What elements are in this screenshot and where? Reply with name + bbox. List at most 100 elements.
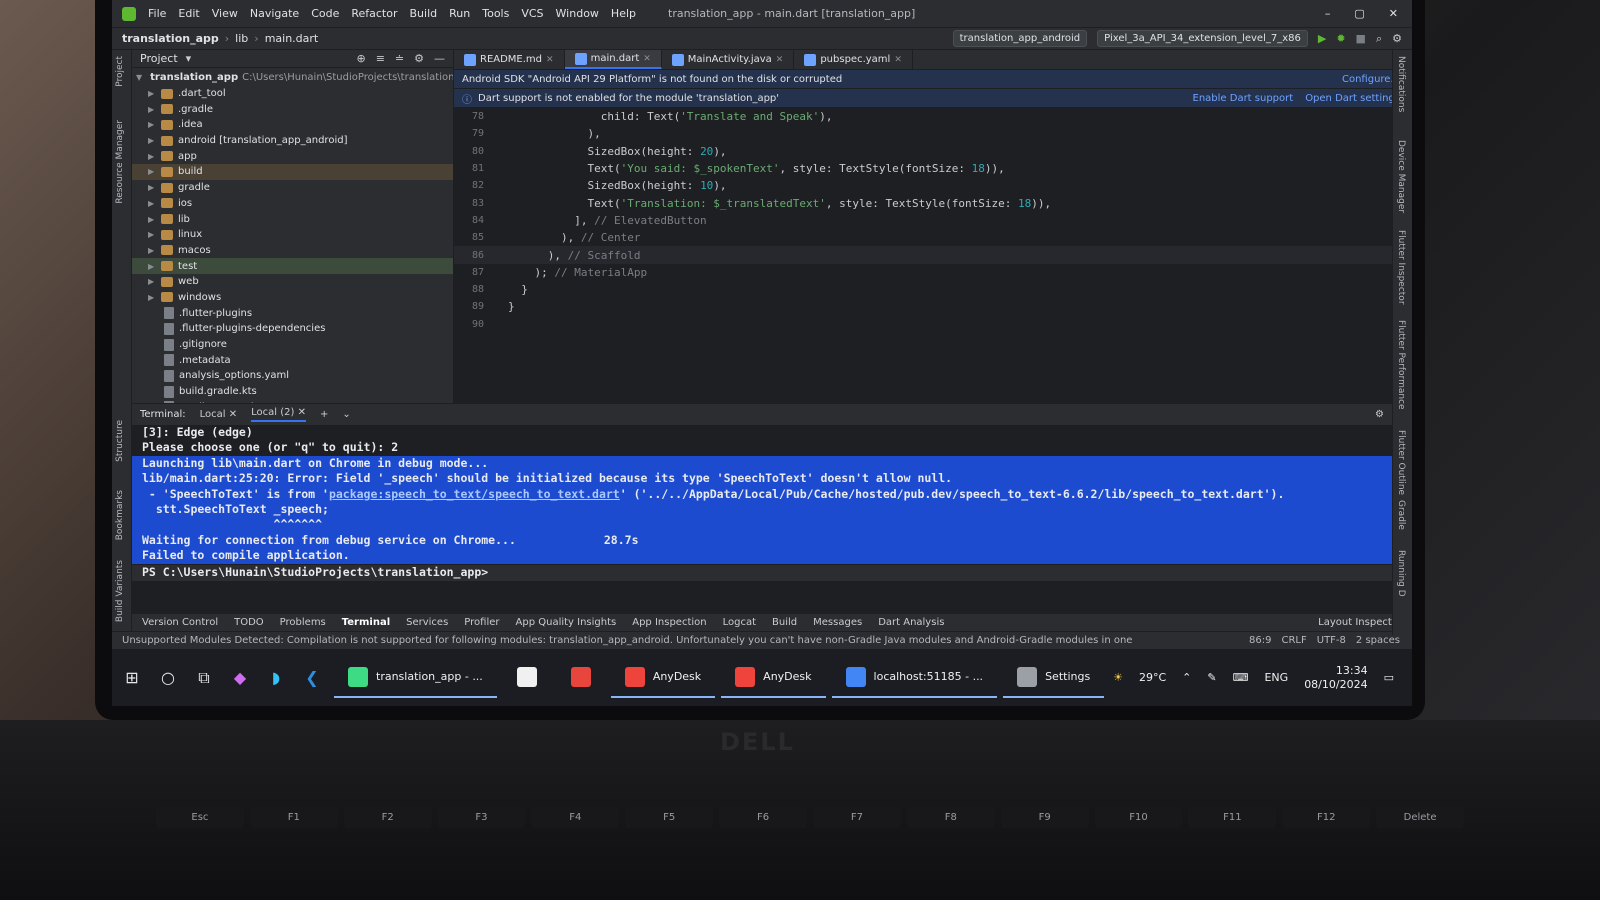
flutter-outline-label[interactable]: Flutter Outline bbox=[1396, 430, 1406, 495]
tree-item[interactable]: ▶ .dart_tool bbox=[132, 86, 453, 102]
minimize-icon[interactable]: – bbox=[1325, 7, 1331, 20]
flutter-performance-label[interactable]: Flutter Performance bbox=[1396, 320, 1406, 410]
indent-setting[interactable]: 2 spaces bbox=[1356, 635, 1400, 646]
tree-item[interactable]: .metadata bbox=[132, 352, 453, 368]
run-icon[interactable]: ▶ bbox=[1318, 32, 1326, 45]
tool-window-button[interactable]: App Quality Insights bbox=[516, 617, 617, 628]
tree-item[interactable]: analysis_options.yaml bbox=[132, 368, 453, 384]
code-line[interactable]: 82 SizedBox(height: 10), bbox=[454, 177, 1412, 194]
search-icon[interactable]: ⌕ bbox=[1376, 32, 1382, 46]
tool-window-button[interactable]: Services bbox=[406, 617, 448, 628]
device-select[interactable]: Pixel_3a_API_34_extension_level_7_x86 bbox=[1097, 30, 1308, 47]
cursor-position[interactable]: 86:9 bbox=[1249, 635, 1271, 646]
chevron-right-icon[interactable]: ▶ bbox=[148, 152, 158, 161]
chevron-right-icon[interactable]: ▶ bbox=[148, 215, 158, 224]
terminal-prompt[interactable]: PS C:\Users\Hunain\StudioProjects\transl… bbox=[132, 563, 1412, 581]
start-icon[interactable]: ⊞ bbox=[118, 664, 146, 692]
tool-window-button[interactable]: Profiler bbox=[464, 617, 499, 628]
code-line[interactable]: 90 bbox=[454, 316, 1412, 333]
close-icon[interactable]: ✕ bbox=[894, 55, 902, 65]
tree-item[interactable]: ▶ linux bbox=[132, 227, 453, 243]
tool-window-button[interactable]: TODO bbox=[234, 617, 264, 628]
terminal-tab-local[interactable]: Local ✕ bbox=[200, 409, 238, 420]
hide-icon[interactable]: — bbox=[434, 52, 445, 65]
tree-item[interactable]: .flutter-plugins bbox=[132, 305, 453, 321]
menu-navigate[interactable]: Navigate bbox=[250, 7, 299, 20]
code-line[interactable]: 81 Text('You said: $_spokenText', style:… bbox=[454, 160, 1412, 177]
breadcrumb-file[interactable]: main.dart bbox=[265, 32, 319, 45]
stop-icon[interactable]: ■ bbox=[1356, 32, 1366, 45]
tree-item[interactable]: ▶ .gradle bbox=[132, 101, 453, 117]
chevron-right-icon[interactable]: ▶ bbox=[148, 199, 158, 208]
device-manager-label[interactable]: Device Manager bbox=[1396, 140, 1406, 213]
chevron-down-icon[interactable]: ▼ bbox=[136, 73, 142, 82]
code-line[interactable]: 78 child: Text('Translate and Speak'), bbox=[454, 108, 1412, 125]
tree-root[interactable]: ▼ translation_app C:\Users\Hunain\Studio… bbox=[132, 70, 453, 86]
menu-run[interactable]: Run bbox=[449, 7, 470, 20]
chevron-right-icon[interactable]: ▶ bbox=[148, 120, 158, 129]
structure-label[interactable]: Structure bbox=[115, 420, 125, 462]
tool-window-button[interactable]: Terminal bbox=[342, 617, 390, 628]
close-icon[interactable]: ✕ bbox=[229, 409, 237, 420]
menu-build[interactable]: Build bbox=[410, 7, 438, 20]
chevron-right-icon[interactable]: ▶ bbox=[148, 89, 158, 98]
bookmarks-label[interactable]: Bookmarks bbox=[115, 490, 125, 540]
code-line[interactable]: 84 ], // ElevatedButton bbox=[454, 212, 1412, 229]
tool-window-button[interactable]: Build bbox=[772, 617, 797, 628]
menu-window[interactable]: Window bbox=[556, 7, 599, 20]
expand-all-icon[interactable]: ≡ bbox=[376, 52, 385, 65]
code-line[interactable]: 83 Text('Translation: $_translatedText',… bbox=[454, 194, 1412, 211]
copilot-icon[interactable]: ◆ bbox=[226, 664, 254, 692]
chevron-right-icon[interactable]: ▶ bbox=[148, 105, 158, 114]
build-variants-label[interactable]: Build Variants bbox=[115, 560, 125, 622]
code-line[interactable]: 88 } bbox=[454, 281, 1412, 298]
chevron-right-icon[interactable]: ▶ bbox=[148, 277, 158, 286]
tool-window-button[interactable]: Logcat bbox=[723, 617, 756, 628]
enable-dart-support-link[interactable]: Enable Dart support bbox=[1193, 93, 1294, 104]
close-icon[interactable]: ✕ bbox=[1389, 7, 1398, 20]
chevron-right-icon[interactable]: ▶ bbox=[148, 246, 158, 255]
menu-file[interactable]: File bbox=[148, 7, 166, 20]
gradle-label[interactable]: Gradle bbox=[1396, 500, 1406, 530]
code-line[interactable]: 79 ), bbox=[454, 125, 1412, 142]
gear-icon[interactable]: ⚙ bbox=[1375, 409, 1384, 420]
close-icon[interactable]: ✕ bbox=[776, 55, 784, 65]
tree-item[interactable]: ▶ macos bbox=[132, 243, 453, 259]
tree-item[interactable]: build.gradle.kts bbox=[132, 384, 453, 400]
menu-edit[interactable]: Edit bbox=[178, 7, 199, 20]
taskbar-app[interactable]: AnyDesk bbox=[610, 658, 716, 698]
menu-help[interactable]: Help bbox=[611, 7, 636, 20]
code-line[interactable]: 87 ); // MaterialApp bbox=[454, 264, 1412, 281]
menu-code[interactable]: Code bbox=[311, 7, 339, 20]
tree-item[interactable]: ▶ gradle bbox=[132, 180, 453, 196]
tree-item[interactable]: ▶ android [translation_app_android] bbox=[132, 133, 453, 149]
terminal-output[interactable]: [3]: Edge (edge) Please choose one (or "q… bbox=[132, 425, 1412, 613]
taskbar-app[interactable]: Settings bbox=[1003, 658, 1105, 698]
chevron-right-icon[interactable]: ▶ bbox=[148, 293, 158, 302]
menu-view[interactable]: View bbox=[212, 7, 238, 20]
code-line[interactable]: 85 ), // Center bbox=[454, 229, 1412, 246]
language-indicator[interactable]: ENG bbox=[1264, 671, 1288, 684]
resource-manager-label[interactable]: Resource Manager bbox=[115, 120, 125, 204]
chevron-down-icon[interactable]: ▾ bbox=[186, 52, 192, 65]
tree-item[interactable]: .gitignore bbox=[132, 337, 453, 353]
task-view-icon[interactable]: ⧉ bbox=[190, 664, 218, 692]
line-separator[interactable]: CRLF bbox=[1281, 635, 1306, 646]
code-editor[interactable]: ✔ 78 child: Text('Translate and Speak'),… bbox=[454, 108, 1412, 403]
open-dart-settings-link[interactable]: Open Dart settings bbox=[1305, 93, 1400, 104]
tool-window-button[interactable]: Problems bbox=[280, 617, 326, 628]
flutter-inspector-label[interactable]: Flutter Inspector bbox=[1396, 230, 1406, 305]
vscode-icon[interactable]: ❮ bbox=[298, 664, 326, 692]
chevron-right-icon[interactable]: ▶ bbox=[148, 167, 158, 176]
chevron-right-icon[interactable]: ▶ bbox=[148, 230, 158, 239]
tree-item[interactable]: ▶ app bbox=[132, 148, 453, 164]
search-icon[interactable]: ○ bbox=[154, 664, 182, 692]
settings-icon[interactable]: ⚙ bbox=[1392, 32, 1402, 45]
running-devices-label[interactable]: Running D bbox=[1396, 550, 1406, 597]
tree-item[interactable]: ▶ .idea bbox=[132, 117, 453, 133]
maximize-icon[interactable]: ▢ bbox=[1354, 7, 1364, 20]
editor-tab[interactable]: README.md ✕ bbox=[454, 50, 565, 69]
tool-window-button[interactable]: App Inspection bbox=[632, 617, 706, 628]
editor-tab[interactable]: main.dart ✕ bbox=[564, 50, 662, 69]
add-tab-icon[interactable]: + bbox=[320, 409, 328, 420]
